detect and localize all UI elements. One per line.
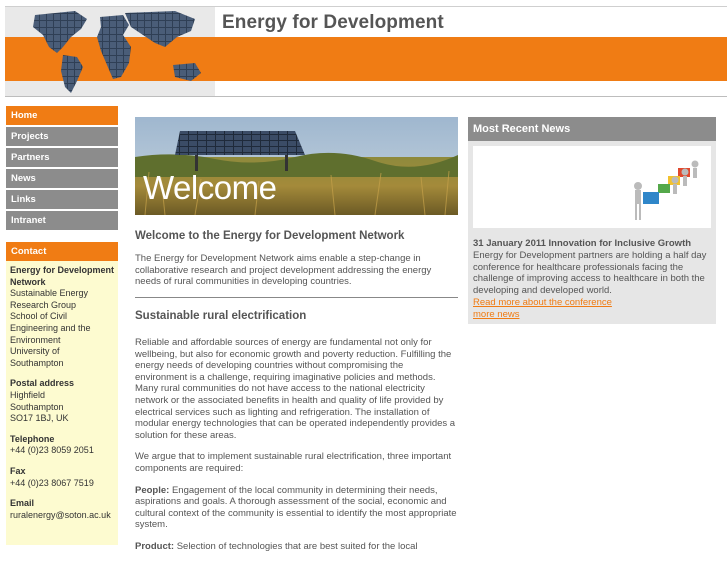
nav-item-intranet[interactable]: Intranet: [6, 211, 118, 230]
section-body: Reliable and affordable sources of energ…: [135, 337, 458, 563]
news-panel: Most Recent News 31 January 2011 Innovat…: [468, 117, 716, 324]
contact-org-line: University of Southampton: [10, 346, 64, 368]
contact-org-line: School of Civil Engineering and the Envi…: [10, 311, 91, 345]
world-map-solar-logo: [5, 7, 215, 96]
news-item-text: Energy for Development partners are hold…: [473, 250, 707, 296]
site-header: Energy for Development: [0, 0, 727, 100]
contact-heading: Contact: [6, 242, 118, 261]
nav-item-news[interactable]: News: [6, 169, 118, 188]
fax-number: +44 (0)23 8067 7519: [10, 477, 94, 488]
read-more-link[interactable]: Read more about the conference: [473, 297, 612, 308]
telephone-label: Telephone: [10, 433, 55, 444]
fax-label: Fax: [10, 465, 26, 476]
postal-address-label: Postal address: [10, 378, 75, 389]
header-bottom-rule: [5, 96, 727, 97]
people-text: Engagement of the local community in det…: [135, 484, 457, 531]
product-text: Selection of technologies that are best …: [174, 540, 418, 552]
product-label: Product:: [135, 540, 175, 552]
telephone-number: +44 (0)23 8059 2051: [10, 445, 94, 456]
site-title: Energy for Development: [222, 12, 444, 33]
section-divider: [135, 297, 458, 298]
nav-item-home[interactable]: Home: [6, 106, 118, 125]
product-paragraph: Product: Selection of technologies that …: [135, 541, 458, 553]
postal-line: Southampton: [10, 401, 64, 412]
news-item-title: 31 January 2011 Innovation for Inclusive…: [473, 238, 692, 249]
postal-line: SO17 1BJ, UK: [10, 413, 69, 424]
news-image: [473, 146, 711, 228]
body-paragraph: We argue that to implement sustainable r…: [135, 451, 452, 474]
puzzle-people-illustration: [473, 146, 711, 228]
nav-item-projects[interactable]: Projects: [6, 127, 118, 146]
postal-line: Highfield: [10, 389, 46, 400]
main-content: Welcome Welcome to the Energy for Develo…: [135, 117, 458, 552]
main-navigation: Home Projects Partners News Links Intran…: [6, 106, 118, 232]
contact-org-line: Sustainable Energy Research Group: [10, 288, 89, 310]
welcome-banner-text: Welcome: [143, 169, 277, 206]
intro-paragraph: The Energy for Development Network aims …: [135, 253, 432, 288]
contact-details: Energy for Development Network Sustainab…: [6, 261, 118, 521]
people-label: People:: [135, 484, 170, 496]
more-news-link[interactable]: more news: [473, 309, 519, 320]
nav-item-partners[interactable]: Partners: [6, 148, 118, 167]
email-label: Email: [10, 498, 35, 509]
contact-panel: Contact Energy for Development Network S…: [6, 242, 118, 545]
section-heading: Sustainable rural electrification: [135, 310, 307, 322]
contact-org-name: Energy for Development Network: [10, 265, 115, 287]
intro-heading: Welcome to the Energy for Development Ne…: [135, 230, 405, 242]
email-address[interactable]: ruralenergy@soton.ac.uk: [10, 510, 115, 522]
welcome-banner-image: Welcome: [135, 117, 458, 215]
body-paragraph: Reliable and affordable sources of energ…: [135, 337, 456, 441]
people-paragraph: People: Engagement of the local communit…: [135, 485, 458, 531]
nav-item-links[interactable]: Links: [6, 190, 118, 209]
news-heading: Most Recent News: [468, 117, 716, 141]
